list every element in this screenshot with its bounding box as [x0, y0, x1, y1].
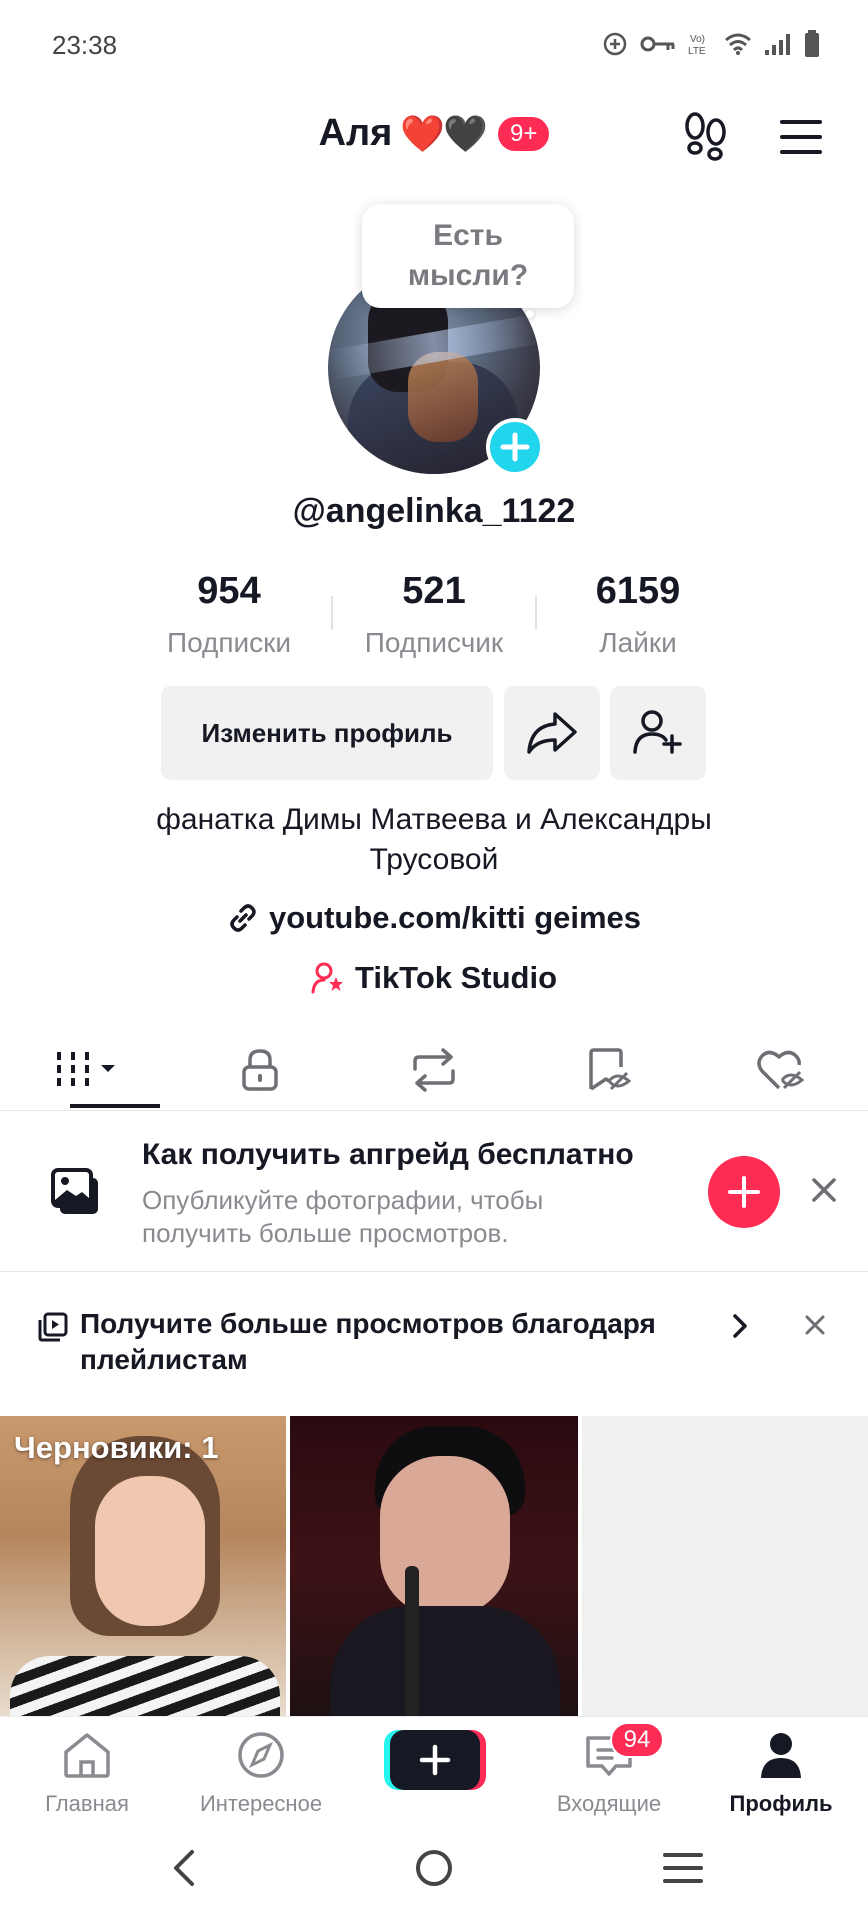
- status-time: 23:38: [52, 30, 118, 60]
- stat-label: Подписчик: [364, 627, 504, 658]
- hamburger-icon: [780, 120, 822, 154]
- battery-icon: [805, 30, 819, 57]
- studio-icon: [311, 962, 343, 994]
- create-button[interactable]: [390, 1730, 480, 1790]
- account-badge: 9+: [498, 116, 550, 151]
- stat-following[interactable]: 954 Подписки: [129, 570, 329, 659]
- profile-bio: фанатка Димы Матвеева и Александры Трусо…: [156, 803, 712, 876]
- stat-divider: [331, 596, 333, 630]
- nav-discover[interactable]: Интересное: [176, 1730, 346, 1817]
- close-playlist-card-button[interactable]: [804, 1314, 826, 1336]
- profile-icon: [761, 1733, 801, 1778]
- stat-label: Подписки: [166, 627, 292, 658]
- link-icon: [230, 904, 256, 932]
- vpn-key-icon: [640, 36, 675, 52]
- nav-profile-label: Профиль: [729, 1791, 833, 1816]
- nav-profile[interactable]: Профиль: [696, 1730, 866, 1817]
- svg-text:LTE: LTE: [688, 46, 706, 57]
- tab-favorites[interactable]: [521, 1030, 695, 1110]
- home-icon: [64, 1733, 110, 1778]
- tiktok-studio-link[interactable]: TikTok Studio: [0, 960, 868, 996]
- footprints-button[interactable]: [682, 110, 730, 162]
- sync-icon: [603, 32, 627, 56]
- close-photo-card-button[interactable]: [808, 1174, 840, 1206]
- tab-liked[interactable]: [694, 1030, 868, 1110]
- nav-discover-label: Интересное: [199, 1791, 323, 1816]
- plus-icon: [728, 1176, 760, 1208]
- active-tab-indicator: [70, 1104, 160, 1108]
- saved-hidden-icon: [588, 1048, 631, 1091]
- home-circle-icon[interactable]: [412, 1846, 456, 1890]
- status-icons: Vo) LTE: [602, 30, 820, 58]
- drafts-label: Черновики: 1: [14, 1430, 219, 1465]
- profile-link[interactable]: youtube.com/kitti geimes: [0, 900, 868, 936]
- liked-hidden-icon: [757, 1050, 805, 1090]
- menu-button[interactable]: [778, 118, 824, 156]
- tab-private[interactable]: [174, 1030, 348, 1110]
- profile-link-text: youtube.com/kitti geimes: [268, 900, 642, 935]
- playlist-promo-title: Получите больше просмотров благодаря пле…: [80, 1308, 656, 1375]
- stat-label: Лайки: [599, 627, 677, 658]
- grid-icon: [56, 1052, 115, 1086]
- svg-text:Vo): Vo): [690, 34, 705, 45]
- playlist-icon: [38, 1312, 68, 1342]
- stat-followers[interactable]: 521 Подписчик: [334, 570, 534, 659]
- stat-value: 954: [197, 570, 261, 612]
- signal-icon: [765, 34, 790, 55]
- stat-value: 521: [402, 570, 466, 612]
- add-user-icon: [633, 710, 682, 754]
- studio-link-text: TikTok Studio: [354, 960, 558, 995]
- username: @angelinka_1122: [292, 492, 576, 530]
- avatar-image-detail: [408, 352, 478, 442]
- volte-icon: Vo)LTE: [688, 34, 706, 57]
- back-icon[interactable]: [166, 1846, 200, 1890]
- add-avatar-button[interactable]: [486, 418, 544, 476]
- plus-icon: [500, 432, 530, 462]
- system-navigation: [0, 1826, 868, 1920]
- close-icon: [805, 1315, 825, 1335]
- nav-home-label: Главная: [45, 1791, 129, 1816]
- close-icon: [812, 1178, 836, 1202]
- stat-likes[interactable]: 6159 Лайки: [538, 570, 738, 659]
- add-photo-button[interactable]: [708, 1156, 780, 1228]
- tab-reposts[interactable]: [347, 1030, 521, 1110]
- video-thumbnail[interactable]: [290, 1416, 578, 1716]
- inbox-badge: 94: [610, 1722, 664, 1758]
- nav-inbox-label: Входящие: [556, 1791, 662, 1816]
- profile-tabs: [0, 1030, 868, 1110]
- thought-bubble-dot: [526, 310, 534, 318]
- nav-home[interactable]: Главная: [2, 1730, 172, 1817]
- profile-header[interactable]: Аля ❤️🖤 9+: [0, 112, 868, 155]
- footprints-icon: [685, 112, 726, 161]
- thought-bubble[interactable]: Есть мысли?: [362, 204, 574, 308]
- tab-videos[interactable]: [0, 1030, 174, 1110]
- edit-profile-button[interactable]: Изменить профиль: [161, 686, 493, 780]
- empty-thumbnail: [582, 1416, 868, 1716]
- photo-upgrade-title: Как получить апгрейд бесплатно: [142, 1138, 634, 1171]
- share-icon: [527, 712, 577, 754]
- thought-bubble-text: Есть мысли?: [407, 219, 529, 292]
- nav-inbox[interactable]: Входящие: [524, 1730, 694, 1817]
- photo-upgrade-subtitle: Опубликуйте фотографии, чтобы получить б…: [142, 1185, 544, 1248]
- repost-icon: [413, 1048, 455, 1092]
- plus-icon: [419, 1744, 451, 1776]
- lock-icon: [242, 1049, 279, 1091]
- compass-icon: [238, 1732, 284, 1778]
- share-profile-button[interactable]: [504, 686, 600, 780]
- chevron-right-icon[interactable]: [728, 1312, 752, 1340]
- tabs-divider: [0, 1110, 868, 1111]
- photo-stack-icon: [50, 1166, 102, 1218]
- display-name-emoji: ❤️🖤: [400, 112, 488, 154]
- wifi-icon: [725, 33, 751, 55]
- recent-apps-icon[interactable]: [662, 1850, 704, 1886]
- stat-divider: [535, 596, 537, 630]
- display-name: Аля: [318, 112, 393, 154]
- stat-value: 6159: [595, 570, 681, 612]
- add-friends-button[interactable]: [610, 686, 706, 780]
